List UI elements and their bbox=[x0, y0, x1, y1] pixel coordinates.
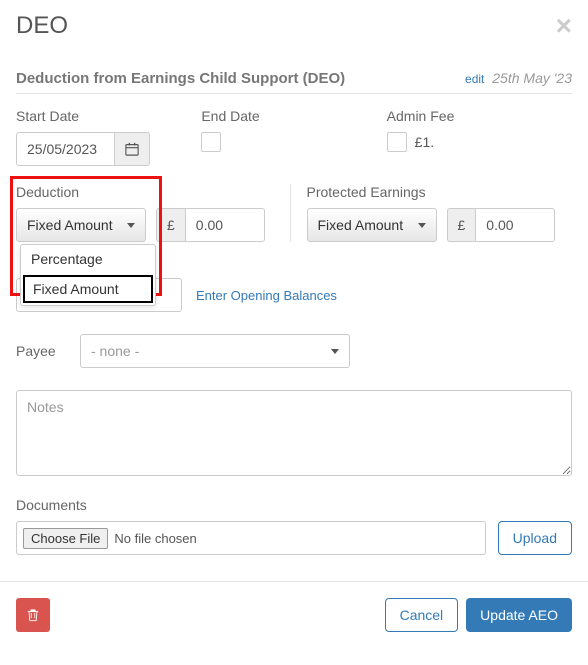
caret-down-icon bbox=[418, 223, 426, 228]
start-date-group: Start Date bbox=[16, 108, 201, 166]
edit-date-wrap: edit 25th May '23 bbox=[465, 70, 572, 86]
opening-balances-link[interactable]: Enter Opening Balances bbox=[196, 288, 337, 303]
payee-label: Payee bbox=[16, 343, 64, 359]
section-header: Deduction from Earnings Child Support (D… bbox=[16, 70, 572, 94]
deduction-type-select[interactable]: Fixed Amount bbox=[16, 208, 146, 242]
protected-amount-input[interactable] bbox=[475, 208, 555, 242]
upload-button[interactable]: Upload bbox=[498, 521, 572, 555]
protected-earnings-group: Protected Earnings Fixed Amount £ bbox=[290, 184, 573, 242]
modal-footer: Cancel Update AEO bbox=[0, 581, 588, 648]
admin-fee-group: Admin Fee £1. bbox=[387, 108, 572, 166]
start-date-label: Start Date bbox=[16, 108, 201, 124]
trash-icon bbox=[26, 608, 40, 622]
caret-down-icon bbox=[127, 223, 135, 228]
footer-actions: Cancel Update AEO bbox=[385, 598, 572, 632]
notes-textarea[interactable] bbox=[16, 390, 572, 476]
choose-file-button[interactable]: Choose File bbox=[23, 528, 108, 549]
deduction-amount-input[interactable] bbox=[185, 208, 265, 242]
end-date-group: End Date bbox=[201, 108, 386, 166]
admin-fee-value: £1. bbox=[415, 134, 434, 150]
admin-fee-checkbox[interactable] bbox=[387, 132, 407, 152]
end-date-label: End Date bbox=[201, 108, 386, 124]
dropdown-option-fixed-amount[interactable]: Fixed Amount bbox=[23, 275, 153, 303]
protected-type-selected: Fixed Amount bbox=[318, 217, 404, 233]
modal-title: DEO bbox=[16, 12, 68, 40]
payee-row: Payee - none - bbox=[16, 334, 572, 368]
payee-selected: - none - bbox=[91, 343, 139, 359]
end-date-checkbox[interactable] bbox=[201, 132, 221, 152]
documents-label: Documents bbox=[16, 497, 572, 513]
date-fee-row: Start Date End Date Admin Fee £1. bbox=[16, 108, 572, 166]
deduction-type-dropdown: Percentage Fixed Amount bbox=[20, 244, 156, 306]
section-title: Deduction from Earnings Child Support (D… bbox=[16, 70, 345, 87]
edit-date-text: 25th May '23 bbox=[492, 70, 572, 86]
protected-type-select[interactable]: Fixed Amount bbox=[307, 208, 437, 242]
start-date-input-group bbox=[16, 132, 201, 166]
start-date-input[interactable] bbox=[16, 132, 114, 166]
admin-fee-label: Admin Fee bbox=[387, 108, 572, 124]
protected-earnings-label: Protected Earnings bbox=[307, 184, 437, 200]
calendar-icon bbox=[125, 142, 139, 156]
dropdown-option-percentage[interactable]: Percentage bbox=[21, 245, 155, 273]
deduction-label: Deduction bbox=[16, 184, 146, 200]
payee-select[interactable]: - none - bbox=[80, 334, 350, 368]
file-status-text: No file chosen bbox=[114, 531, 196, 546]
currency-addon: £ bbox=[447, 208, 476, 242]
edit-link[interactable]: edit bbox=[465, 72, 484, 86]
modal-header: DEO × bbox=[16, 12, 572, 70]
caret-down-icon bbox=[331, 349, 339, 354]
protected-amount-group: £ bbox=[447, 208, 556, 242]
deduction-group: Deduction Fixed Amount £ bbox=[16, 184, 282, 242]
cancel-button[interactable]: Cancel bbox=[385, 598, 459, 632]
currency-addon: £ bbox=[156, 208, 185, 242]
documents-row: Choose File No file chosen Upload bbox=[16, 521, 572, 555]
deduction-amount-group: £ bbox=[156, 208, 265, 242]
deo-modal: DEO × Deduction from Earnings Child Supp… bbox=[0, 0, 588, 555]
deduction-protected-row: Deduction Fixed Amount £ Protected Earni… bbox=[16, 184, 572, 242]
deduction-type-selected: Fixed Amount bbox=[27, 217, 113, 233]
file-input-box[interactable]: Choose File No file chosen bbox=[16, 521, 486, 555]
delete-button[interactable] bbox=[16, 598, 50, 632]
calendar-button[interactable] bbox=[114, 132, 150, 166]
update-aeo-button[interactable]: Update AEO bbox=[466, 598, 572, 632]
close-icon[interactable]: × bbox=[556, 12, 572, 40]
